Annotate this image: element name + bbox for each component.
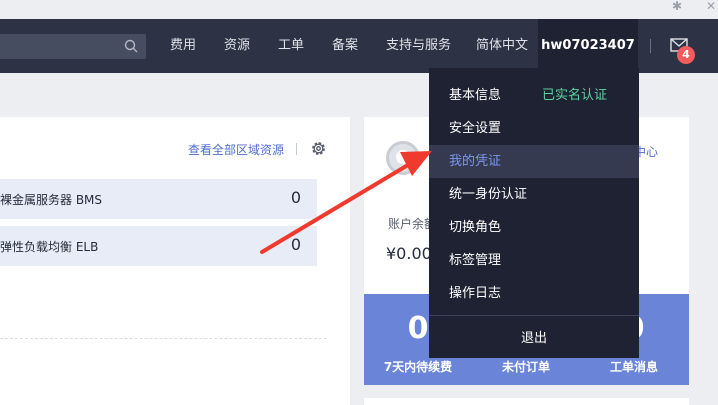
- nav-item-tickets[interactable]: 工单: [278, 19, 304, 73]
- resource-row-bms[interactable]: 裸金属服务器 BMS 0: [0, 179, 317, 219]
- menu-item-security-settings[interactable]: 安全设置: [429, 112, 639, 145]
- browser-top-strip: ✱ ✕: [0, 0, 718, 19]
- resource-name: 裸金属服务器 BMS: [0, 193, 103, 207]
- balance-value: ¥0.00: [386, 244, 432, 263]
- menu-item-tag-management[interactable]: 标签管理: [429, 244, 639, 277]
- search-icon[interactable]: [124, 39, 138, 53]
- pin-icon[interactable]: ✱: [672, 0, 682, 12]
- menu-item-operation-log[interactable]: 操作日志: [429, 277, 639, 310]
- nav-item-icp-filing[interactable]: 备案: [332, 19, 358, 73]
- resource-name: 弹性负载均衡 ELB: [0, 240, 99, 254]
- logout-button[interactable]: 退出: [429, 324, 639, 354]
- menu-divider: [429, 315, 639, 316]
- stat-label: 7天内待续费: [383, 360, 453, 374]
- gear-icon[interactable]: [310, 140, 327, 157]
- resource-row-elb[interactable]: 弹性负载均衡 ELB 0: [0, 226, 317, 266]
- card-bottom-edge: [364, 398, 689, 405]
- link-divider: [296, 143, 297, 155]
- stat-label: 工单消息: [609, 360, 658, 374]
- close-icon[interactable]: ✕: [706, 0, 716, 12]
- menu-item-basic-info[interactable]: 基本信息 已实名认证: [429, 79, 639, 112]
- user-menu-button[interactable]: hw07023407: [538, 19, 638, 73]
- resource-count: 0: [290, 235, 301, 254]
- nav-item-resources[interactable]: 资源: [224, 19, 250, 73]
- resource-card: 查看全部区域资源 裸金属服务器 BMS 0 弹性负载均衡 ELB 0: [0, 117, 350, 405]
- menu-item-switch-role[interactable]: 切换角色: [429, 211, 639, 244]
- search-input[interactable]: [0, 34, 146, 59]
- stat-label: 未付订单: [501, 360, 550, 374]
- menu-item-my-credentials[interactable]: 我的凭证: [429, 145, 639, 178]
- nav-item-language[interactable]: 简体中文: [476, 19, 528, 73]
- menu-item-iam[interactable]: 统一身份认证: [429, 178, 639, 211]
- menu-item-label: 基本信息: [449, 88, 502, 103]
- section-divider: [0, 338, 327, 339]
- resource-count: 0: [290, 188, 301, 207]
- verified-status-badge: 已实名认证: [542, 88, 608, 103]
- nav-item-billing[interactable]: 费用: [170, 19, 196, 73]
- nav-divider: [650, 39, 651, 53]
- view-all-regions-link[interactable]: 查看全部区域资源: [188, 141, 284, 158]
- top-nav-bar: 费用 资源 工单 备案 支持与服务 简体中文 hw07023407 4: [0, 19, 718, 73]
- avatar[interactable]: [386, 141, 420, 175]
- user-dropdown-menu: 基本信息 已实名认证 安全设置 我的凭证 统一身份认证 切换角色 标签管理 操作…: [429, 68, 639, 358]
- mail-badge: 4: [677, 46, 695, 64]
- nav-item-support[interactable]: 支持与服务: [386, 19, 451, 73]
